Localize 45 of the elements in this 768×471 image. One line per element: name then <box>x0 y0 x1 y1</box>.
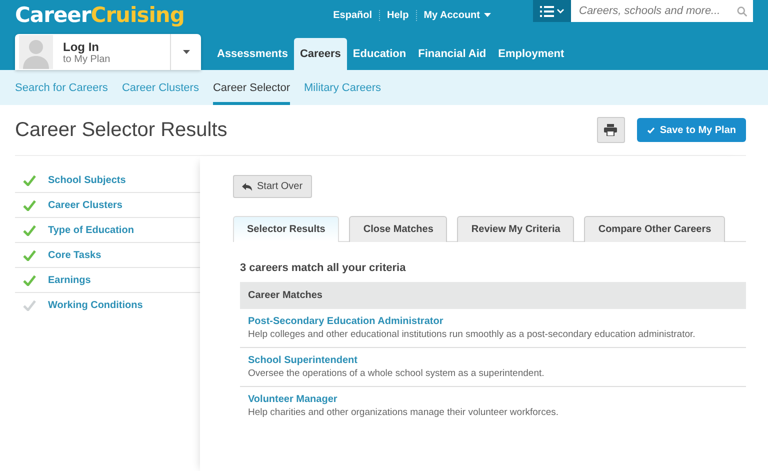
nav-tab[interactable]: Assessments <box>211 38 294 70</box>
caret-icon <box>182 50 190 54</box>
tab[interactable]: Compare Other Careers <box>584 216 726 242</box>
nav-tab[interactable]: Employment <box>492 38 570 70</box>
criteria-link[interactable]: Earnings <box>48 274 91 286</box>
criteria-link[interactable]: Core Tasks <box>48 250 102 260</box>
criteria-link[interactable]: School Subjects <box>48 174 126 186</box>
criteria-link[interactable]: Type of Education <box>48 224 134 236</box>
page-title: Career Selector Results <box>15 118 228 142</box>
career-link[interactable]: Volunteer Manager <box>248 394 738 405</box>
start-over-button[interactable]: Start Over <box>233 175 312 198</box>
logo[interactable]: CareerCruising <box>15 3 184 27</box>
career-description: Help charities and other organizations manage their volunteer workforces. <box>248 407 560 418</box>
menu-button[interactable] <box>533 0 571 22</box>
sub-nav-tab[interactable]: Career Clusters <box>122 70 199 105</box>
login-title[interactable]: Log In <box>63 40 170 54</box>
career-link[interactable]: School Superintendent <box>248 355 738 366</box>
nav-tab[interactable]: Careers <box>294 38 347 70</box>
tab[interactable]: Close Matches <box>349 216 448 242</box>
top-link[interactable]: My Account <box>416 10 498 20</box>
nav-tab[interactable]: Education <box>346 38 412 70</box>
career-link[interactable]: Post-Secondary Education Administrator <box>248 316 738 327</box>
sub-nav-tab[interactable]: Military Careers <box>304 70 382 105</box>
nav-tab[interactable]: Financial Aid <box>412 38 492 70</box>
save-button[interactable]: Save to My Plan <box>636 118 746 142</box>
top-link[interactable]: Español <box>326 10 380 20</box>
sub-nav-tab[interactable]: Search for Careers <box>15 70 108 105</box>
criteria-link[interactable]: Career Clusters <box>48 200 122 210</box>
undo-arrow-icon <box>242 182 252 190</box>
print-button[interactable] <box>596 117 625 143</box>
search-field[interactable]: Careers, schools and more... <box>571 0 753 22</box>
sub-nav-tab[interactable]: Career Selector <box>212 70 290 105</box>
top-link[interactable]: Help <box>379 10 416 20</box>
tab[interactable]: Selector Results <box>233 216 340 242</box>
table-header: Career Matches <box>240 282 746 309</box>
list-icon <box>540 6 554 16</box>
tab[interactable]: Review My Criteria <box>457 216 574 242</box>
criteria-link[interactable]: Working Conditions <box>48 300 143 310</box>
chevron-icon <box>557 8 564 14</box>
check-icon <box>646 126 655 134</box>
results-summary: 3 careers match all your criteria <box>240 262 407 274</box>
printer-icon <box>604 124 618 136</box>
login-subtitle: to My Plan <box>63 54 112 64</box>
career-description: Help colleges and other educational institutions run smoothly as a post-secondary education administrator. <box>248 329 696 340</box>
career-description: Oversee the operations of a whole school system as a superintendent. <box>248 368 546 379</box>
